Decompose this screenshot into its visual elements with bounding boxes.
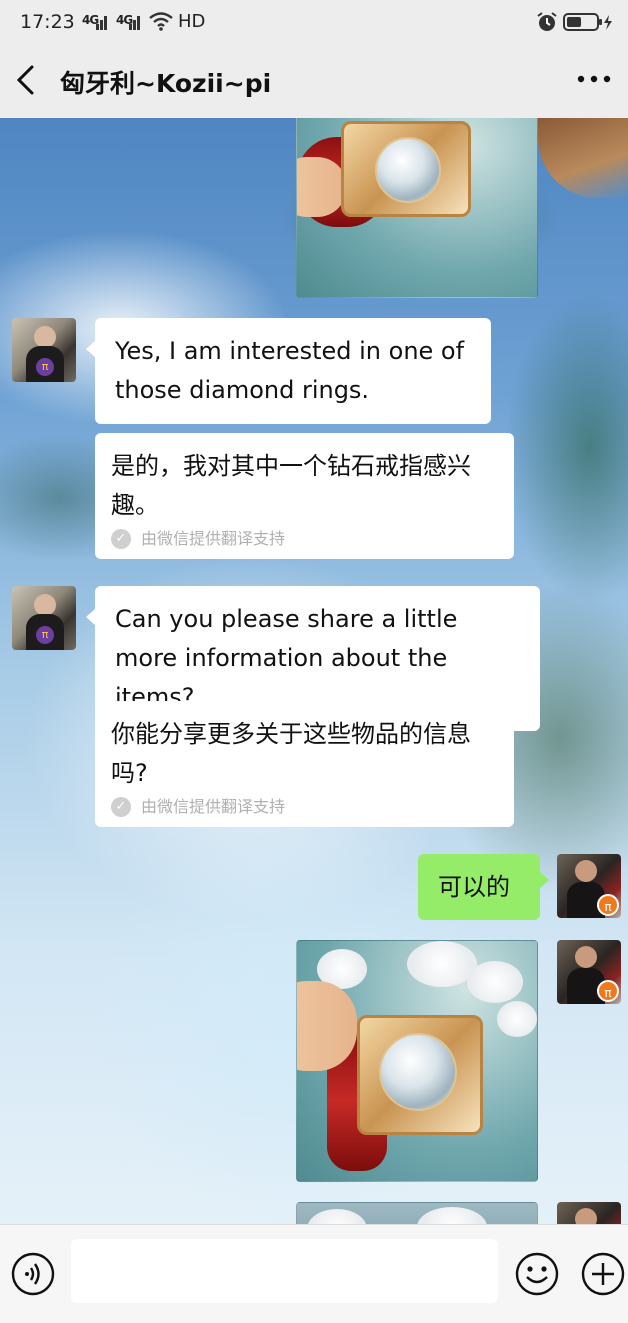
signal-icon-2: [129, 16, 140, 30]
translation-bubble[interactable]: 是的，我对其中一个钻石戒指感兴趣。 ✓ 由微信提供翻译支持: [95, 433, 514, 559]
chat-title: 匈牙利~Kozii~pi: [60, 69, 272, 98]
my-avatar[interactable]: [557, 1202, 621, 1224]
translation-credit: ✓ 由微信提供翻译支持: [111, 797, 498, 817]
message-text: Can you please share a little more infor…: [115, 605, 458, 711]
chevron-left-icon[interactable]: [14, 63, 36, 97]
translation-text: 你能分享更多关于这些物品的信息吗?: [111, 720, 471, 787]
translation-credit-text: 由微信提供翻译支持: [141, 529, 286, 548]
voice-icon[interactable]: [10, 1251, 56, 1297]
translation-bubble[interactable]: 你能分享更多关于这些物品的信息吗? ✓ 由微信提供翻译支持: [95, 701, 514, 827]
translation-text: 是的，我对其中一个钻石戒指感兴趣。: [111, 452, 471, 519]
input-bar: [0, 1224, 628, 1323]
message-text: Yes, I am interested in one of those dia…: [115, 337, 465, 404]
status-bar: 17:23 4G 4G HD: [0, 0, 628, 44]
signal-icon: [96, 16, 107, 30]
message-bubble-incoming[interactable]: Yes, I am interested in one of those dia…: [86, 318, 491, 424]
message-bubble-outgoing[interactable]: 可以的: [418, 854, 549, 920]
my-avatar[interactable]: π: [557, 854, 621, 918]
message-text: 可以的: [438, 873, 510, 901]
emoji-icon[interactable]: [514, 1251, 560, 1297]
message-image[interactable]: [296, 118, 538, 298]
contact-avatar[interactable]: π: [12, 586, 76, 650]
check-circle-icon: ✓: [111, 797, 131, 817]
message-input[interactable]: [71, 1239, 498, 1303]
check-circle-icon: ✓: [111, 529, 131, 549]
message-image[interactable]: [296, 940, 538, 1182]
plus-icon[interactable]: [580, 1251, 626, 1297]
charging-icon: [604, 15, 612, 30]
wifi-icon: [149, 12, 173, 31]
background-wallpaper: [538, 118, 628, 198]
message-image[interactable]: [296, 1202, 538, 1224]
more-dots-icon[interactable]: [576, 74, 612, 84]
my-avatar[interactable]: π: [557, 940, 621, 1004]
battery-icon: [563, 13, 612, 31]
chat-messages-area[interactable]: π Yes, I am interested in one of those d…: [0, 118, 628, 1224]
contact-avatar[interactable]: π: [12, 318, 76, 382]
translation-credit-text: 由微信提供翻译支持: [141, 797, 286, 816]
hd-indicator: HD: [178, 11, 206, 32]
status-time: 17:23: [20, 11, 75, 33]
chat-header: 匈牙利~Kozii~pi: [0, 44, 628, 118]
alarm-icon: [537, 12, 557, 31]
translation-credit: ✓ 由微信提供翻译支持: [111, 529, 498, 549]
